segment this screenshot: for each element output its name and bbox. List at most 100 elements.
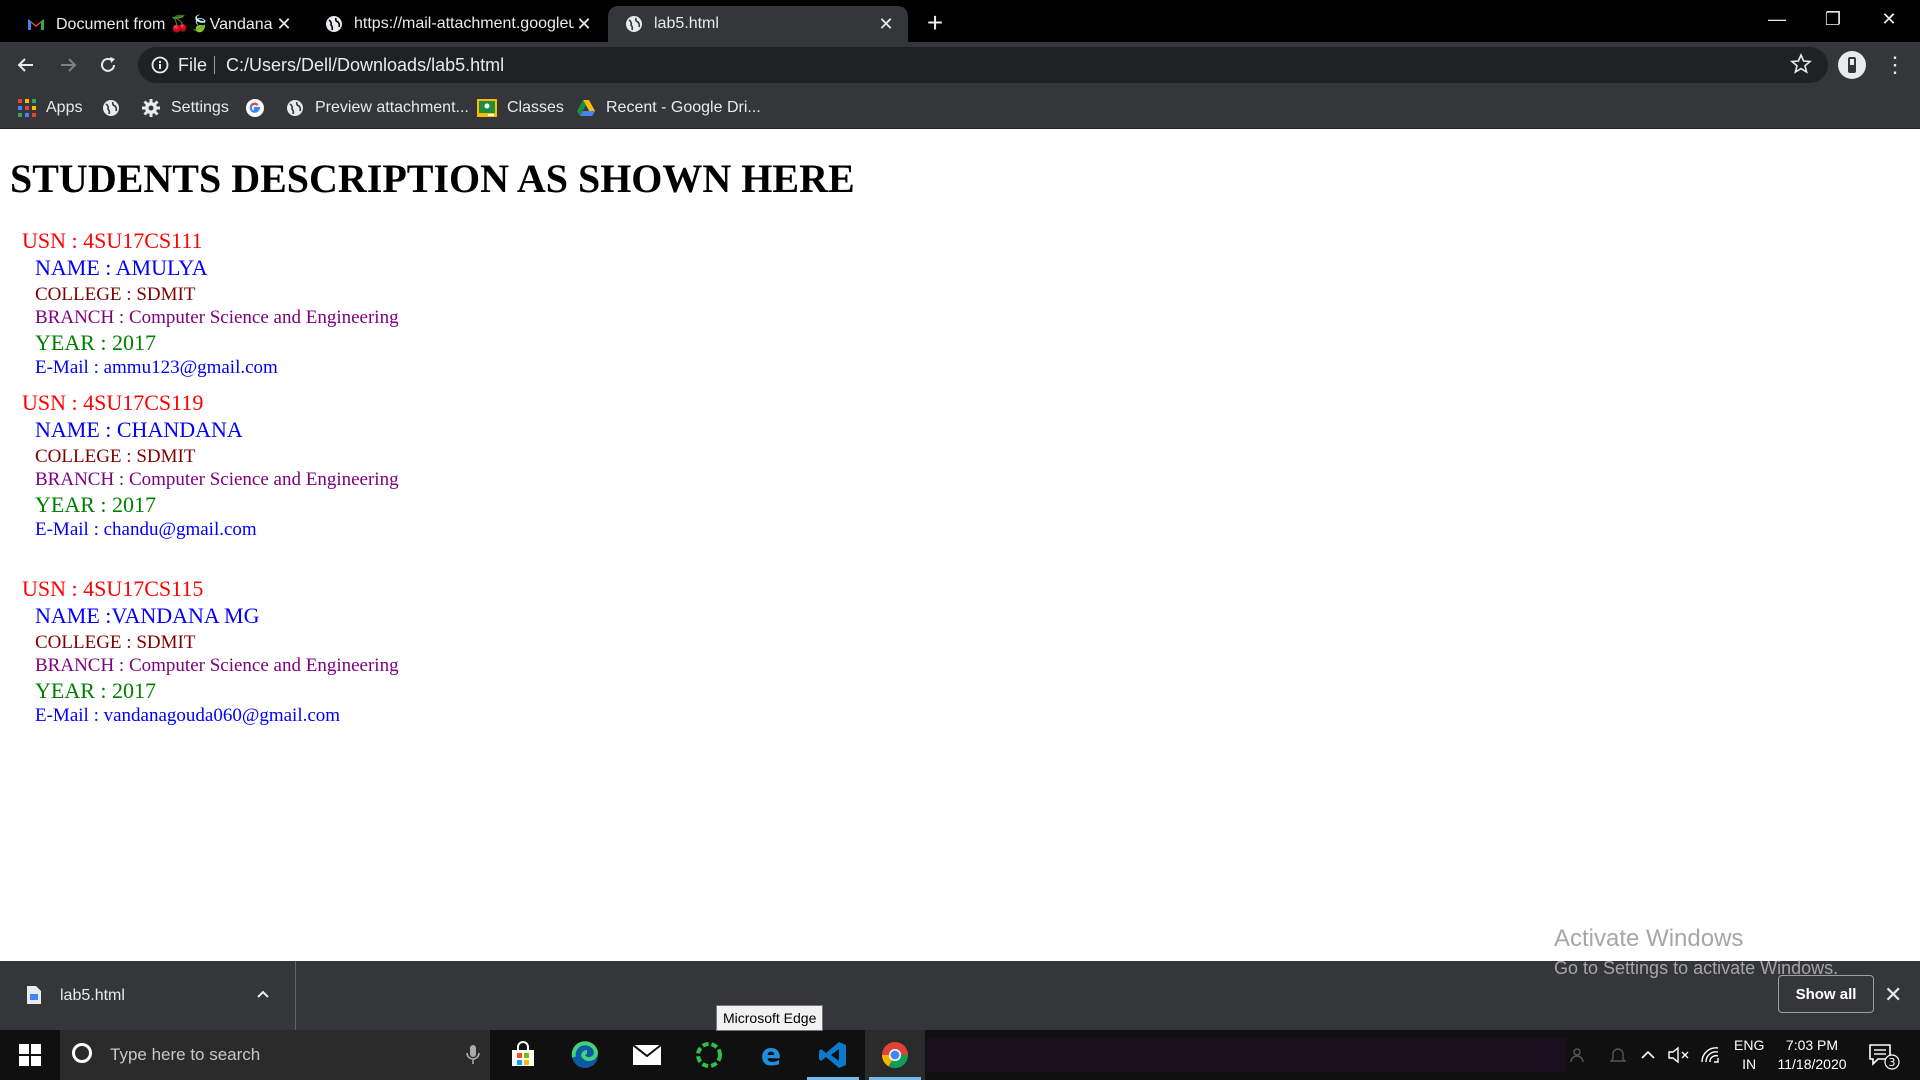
student-branch: BRANCH : Computer Science and Engineerin… — [35, 655, 399, 676]
student-year: YEAR : 2017 — [35, 330, 156, 355]
back-icon[interactable] — [10, 49, 42, 81]
bookmark-label: Preview attachment... — [315, 99, 469, 116]
search-placeholder: Type here to search — [110, 1045, 261, 1064]
search-icon — [72, 1043, 92, 1063]
bookmark-globe[interactable] — [101, 88, 131, 128]
student-email: E-Mail : chandu@gmail.com — [35, 519, 257, 540]
show-all-button[interactable]: Show all — [1778, 975, 1874, 1013]
microphone-icon[interactable] — [466, 1044, 480, 1066]
restore-icon[interactable]: ❐ — [1810, 0, 1856, 38]
gmail-icon — [26, 14, 46, 34]
tab-title: https://mail-attachment.googleuserconten… — [354, 15, 574, 32]
more-menu-icon[interactable]: ⋮ — [1880, 50, 1910, 80]
taskbar-search-input[interactable]: Type here to search — [60, 1030, 490, 1080]
student-college: COLLEGE : SDMIT — [35, 632, 196, 653]
minimize-icon[interactable]: — — [1754, 0, 1800, 38]
browser-toolbar: File C:/Users/Dell/Downloads/lab5.html ⋮ — [0, 42, 1920, 88]
microsoft-store-icon[interactable] — [493, 1030, 553, 1080]
bookmark-label: Recent - Google Dri... — [606, 99, 761, 116]
edge-legacy-icon[interactable]: e — [741, 1030, 801, 1080]
bookmark-settings[interactable]: Settings — [141, 88, 229, 128]
chevron-up-icon[interactable] — [1640, 1030, 1656, 1080]
tab-gmail-document[interactable]: Document from 🍒🍃Vandana M ✕ — [10, 6, 306, 42]
url-scheme: File — [178, 55, 208, 75]
edge-chromium-icon[interactable] — [555, 1030, 615, 1080]
tab-lab5[interactable]: lab5.html ✕ — [608, 6, 908, 42]
bookmark-label: Apps — [46, 99, 83, 116]
clock-date: 11/18/2020 — [1777, 1056, 1847, 1072]
action-center-icon[interactable]: 3 — [1868, 1042, 1902, 1070]
input-language-indicator[interactable]: ENG IN — [1734, 1036, 1764, 1074]
student-branch: BRANCH : Computer Science and Engineerin… — [35, 307, 399, 328]
globe-icon — [285, 98, 305, 118]
bookmark-label: Classes — [507, 99, 564, 116]
student-usn: USN : 4SU17CS111 — [22, 228, 203, 253]
chevron-up-icon[interactable] — [256, 987, 270, 1001]
student-year: YEAR : 2017 — [35, 678, 156, 703]
vscode-icon[interactable] — [803, 1030, 863, 1080]
file-icon — [26, 985, 42, 1005]
close-icon[interactable]: ✕ — [876, 14, 896, 34]
svg-text:e: e — [761, 1040, 781, 1070]
bookmark-google-drive[interactable]: Recent - Google Dri... — [576, 88, 761, 128]
activate-windows-hint: Go to Settings to activate Windows. — [1554, 958, 1839, 978]
people-icon[interactable] — [1570, 1030, 1588, 1080]
gear-icon — [141, 98, 161, 118]
taskbar-clock[interactable]: 7:03 PM 11/18/2020 — [1770, 1036, 1854, 1074]
bell-icon[interactable] — [1610, 1030, 1626, 1080]
spinner-app-icon[interactable] — [679, 1030, 739, 1080]
close-icon[interactable]: ✕ — [274, 14, 294, 34]
bookmark-star-icon[interactable] — [1790, 53, 1812, 75]
google-drive-icon — [576, 99, 596, 117]
download-filename: lab5.html — [60, 987, 125, 1004]
apps-grid-icon — [18, 99, 36, 117]
taskbar-background — [926, 1038, 1566, 1072]
student-name: NAME : CHANDANA — [35, 417, 243, 442]
close-icon[interactable]: ✕ — [574, 14, 594, 34]
bookmark-preview-attachment[interactable]: Preview attachment... — [285, 88, 469, 128]
new-tab-button[interactable]: + — [922, 9, 948, 37]
notification-count: 3 — [1889, 1056, 1896, 1069]
profile-avatar[interactable] — [1838, 51, 1866, 79]
tab-mail-attachment[interactable]: https://mail-attachment.googleuserconten… — [308, 6, 606, 42]
bookmark-label: Settings — [171, 99, 229, 116]
google-icon — [245, 98, 265, 118]
student-name: NAME :VANDANA MG — [35, 603, 260, 628]
student-email: E-Mail : vandanagouda060@gmail.com — [35, 705, 341, 726]
info-icon[interactable] — [150, 55, 170, 75]
chrome-icon[interactable] — [865, 1030, 925, 1080]
page-heading: STUDENTS DESCRIPTION AS SHOWN HERE — [10, 156, 855, 201]
wifi-icon[interactable] — [1700, 1030, 1720, 1080]
student-usn: USN : 4SU17CS115 — [22, 576, 204, 601]
language-code: ENG — [1734, 1037, 1765, 1053]
student-email: E-Mail : ammu123@gmail.com — [35, 357, 278, 378]
tab-strip: Document from 🍒🍃Vandana M ✕ https://mail… — [0, 0, 1920, 42]
globe-icon — [324, 14, 344, 34]
speaker-muted-icon[interactable] — [1668, 1030, 1690, 1080]
url-text[interactable]: C:/Users/Dell/Downloads/lab5.html — [226, 47, 504, 83]
bookmark-apps[interactable]: Apps — [18, 88, 82, 128]
student-year: YEAR : 2017 — [35, 492, 156, 517]
reload-icon[interactable] — [92, 49, 124, 81]
region-code: IN — [1742, 1056, 1757, 1072]
close-window-icon[interactable]: ✕ — [1866, 0, 1912, 38]
page-content: STUDENTS DESCRIPTION AS SHOWN HERE USN :… — [0, 129, 1920, 961]
student-name: NAME : AMULYA — [35, 255, 208, 280]
activate-windows-watermark: Activate Windows — [1554, 925, 1744, 952]
windows-taskbar: Type here to search e ENG IN 7:03 PM 11/… — [0, 1030, 1920, 1080]
windows-start-icon[interactable] — [0, 1030, 60, 1080]
tab-title: Document from 🍒🍃Vandana M — [56, 16, 274, 33]
clock-time: 7:03 PM — [1785, 1037, 1839, 1053]
bookmarks-bar: Apps Settings Preview attachment... Clas… — [0, 88, 1920, 129]
mail-icon[interactable] — [617, 1030, 677, 1080]
download-item[interactable]: lab5.html — [0, 961, 296, 1030]
student-college: COLLEGE : SDMIT — [35, 446, 196, 467]
bookmark-classes[interactable]: Classes — [477, 88, 564, 128]
address-bar[interactable]: File C:/Users/Dell/Downloads/lab5.html — [138, 47, 1828, 83]
student-college: COLLEGE : SDMIT — [35, 284, 196, 305]
forward-icon[interactable] — [52, 49, 84, 81]
divider — [214, 56, 215, 74]
bookmark-google[interactable] — [245, 88, 275, 128]
globe-icon — [101, 98, 121, 118]
close-icon[interactable]: ✕ — [1884, 983, 1902, 1007]
